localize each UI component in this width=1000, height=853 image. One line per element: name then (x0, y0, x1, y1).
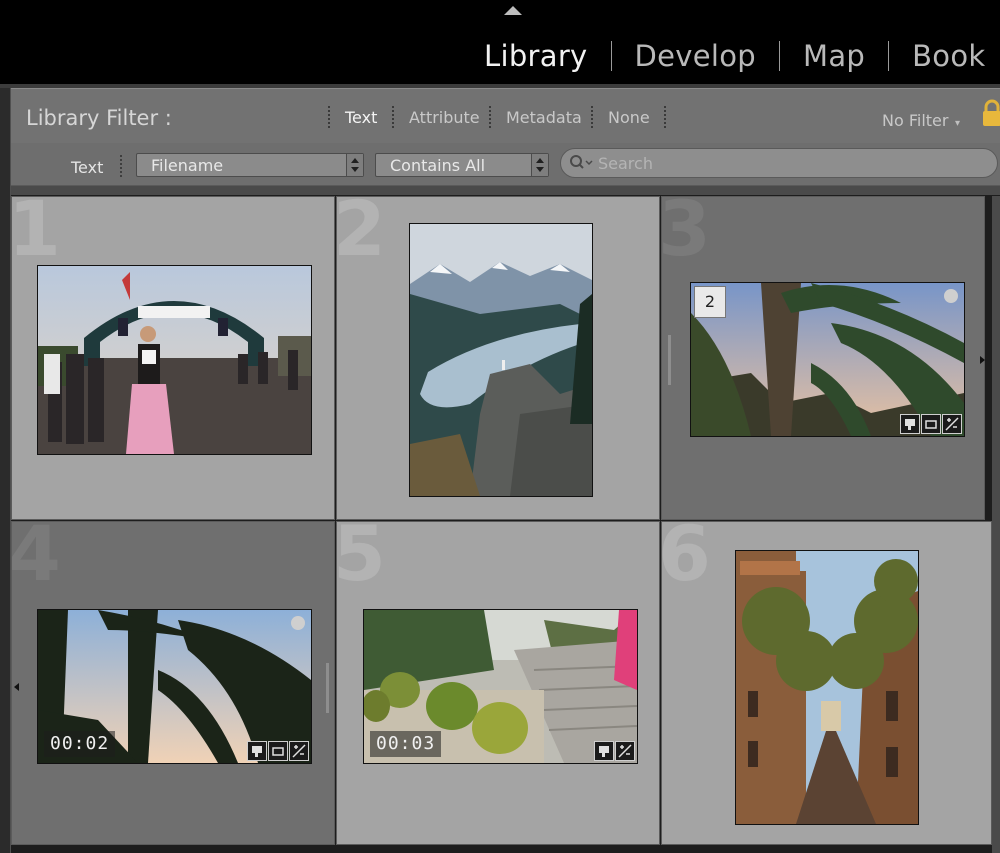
flag-dot-icon[interactable] (944, 289, 958, 303)
module-picker: Library Develop Map Book (0, 0, 1000, 84)
search-icon[interactable] (569, 154, 595, 172)
flag-dot-icon[interactable] (291, 616, 305, 630)
module-tab-library[interactable]: Library (484, 39, 588, 73)
metadata-badge-icon[interactable] (594, 741, 614, 761)
module-separator (610, 41, 612, 71)
grid-cell[interactable]: 2 (336, 196, 660, 520)
grid-cell-selected[interactable]: 3 2 (661, 196, 985, 520)
filter-separator (591, 106, 593, 128)
thumbnail-badges (594, 741, 635, 761)
search-input[interactable]: Search (560, 148, 998, 178)
filter-tab-none[interactable]: None (608, 108, 650, 127)
photo-oktoberfest (38, 266, 311, 454)
preset-dropdown-arrow-icon[interactable]: ▾ (955, 118, 960, 129)
cell-index: 1 (11, 196, 61, 273)
module-separator (888, 41, 890, 71)
module-tab-book[interactable]: Book (912, 39, 985, 73)
select-stepper-icon (531, 154, 548, 176)
cell-index: 2 (336, 196, 386, 273)
scroll-right-arrow-icon[interactable] (980, 356, 985, 364)
search-rule-value: Contains All (390, 156, 486, 175)
module-tab-develop[interactable]: Develop (635, 39, 756, 73)
cell-index: 4 (11, 521, 61, 598)
thumbnail-image[interactable] (37, 265, 312, 455)
thumbnail-image[interactable]: 00:03 (363, 609, 638, 764)
text-filter-row: Text Filename Contains All Search (11, 143, 1000, 186)
module-separator (779, 41, 780, 71)
thumbnail-badges (247, 741, 309, 761)
filter-lock-icon[interactable] (981, 99, 1000, 127)
photo-mountain-lake (410, 224, 592, 496)
develop-badge-icon[interactable] (615, 741, 635, 761)
library-filter-title: Library Filter : (26, 106, 172, 130)
grid-top-border (11, 186, 1000, 195)
filter-tab-attribute[interactable]: Attribute (409, 108, 480, 127)
thumbnail-image[interactable]: 00:02 (37, 609, 312, 764)
thumbnail-image[interactable] (409, 223, 593, 497)
right-panel-edge[interactable] (992, 196, 1000, 853)
metadata-badge-icon[interactable] (900, 414, 920, 434)
cell-index: 6 (661, 521, 711, 598)
filter-preset-dropdown[interactable]: No Filter (882, 111, 948, 130)
resize-handle[interactable] (668, 335, 671, 385)
video-duration: 00:03 (370, 731, 442, 757)
cell-index: 3 (661, 196, 711, 273)
video-duration: 00:02 (44, 731, 116, 757)
text-filter-separator (120, 155, 122, 177)
stack-count-badge[interactable]: 2 (694, 286, 726, 318)
select-stepper-icon (346, 154, 363, 176)
crop-badge-icon[interactable] (268, 741, 288, 761)
photo-tree-lined-street (736, 551, 918, 824)
text-filter-label: Text (71, 158, 104, 177)
thumbnail-badges (900, 414, 962, 434)
develop-badge-icon[interactable] (289, 741, 309, 761)
filter-separator (392, 106, 394, 128)
filter-separator (664, 106, 666, 128)
resize-handle[interactable] (326, 663, 329, 713)
filter-tab-metadata[interactable]: Metadata (506, 108, 582, 127)
filter-separator (489, 106, 491, 128)
search-placeholder: Search (598, 154, 653, 173)
develop-badge-icon[interactable] (942, 414, 962, 434)
filter-tab-text[interactable]: Text (345, 108, 377, 127)
grid-cell[interactable]: 4 00:02 (11, 521, 335, 845)
search-rule-select[interactable]: Contains All (375, 153, 549, 177)
grid-cell[interactable]: 5 00:03 (336, 521, 660, 845)
search-field-select[interactable]: Filename (136, 153, 364, 177)
crop-badge-icon[interactable] (921, 414, 941, 434)
thumbnail-image[interactable]: 2 (690, 282, 965, 437)
metadata-badge-icon[interactable] (247, 741, 267, 761)
left-panel-edge[interactable] (0, 88, 11, 853)
search-field-value: Filename (151, 156, 224, 175)
scroll-left-arrow-icon[interactable] (14, 683, 19, 691)
collapse-top-panel-arrow-icon[interactable] (504, 6, 522, 15)
grid-cell[interactable]: 6 (661, 521, 992, 845)
module-tab-map[interactable]: Map (803, 39, 865, 73)
library-filter-bar: Library Filter : Text Attribute Metadata… (11, 88, 1000, 144)
thumbnail-image[interactable] (735, 550, 919, 825)
grid-cell[interactable]: 1 (11, 196, 335, 520)
filter-separator (328, 106, 330, 128)
cell-index: 5 (336, 521, 386, 598)
module-tabs: Library Develop Map Book (484, 36, 1000, 76)
